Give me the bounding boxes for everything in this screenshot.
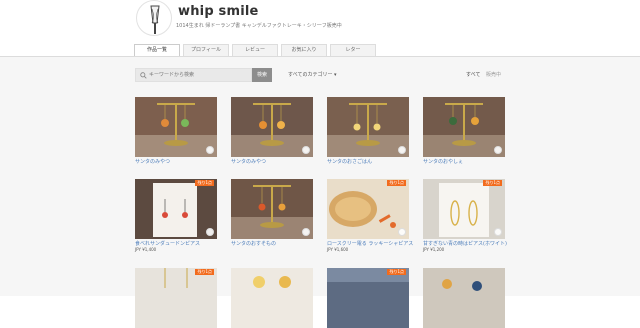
- favorite-heart-icon[interactable]: [494, 146, 502, 154]
- search-button[interactable]: 検索: [252, 68, 272, 82]
- product-image[interactable]: 残り1点: [327, 268, 409, 328]
- stock-badge: 残り1点: [387, 180, 406, 186]
- category-dropdown[interactable]: すべてのカテゴリー ▾: [288, 71, 337, 78]
- product-title[interactable]: サンタのおさごはん: [327, 158, 427, 165]
- shop-name[interactable]: whip smile: [178, 4, 259, 19]
- product-image[interactable]: 残り1点: [135, 179, 217, 239]
- product-price: JPY ¥1,600: [327, 247, 349, 252]
- product-image[interactable]: [423, 97, 505, 157]
- product-image[interactable]: [231, 179, 313, 239]
- search-box[interactable]: [135, 68, 252, 82]
- product-image[interactable]: [231, 268, 313, 328]
- product-price: JPY ¥1,400: [135, 247, 157, 252]
- shop-description: 1014生まれ 帰ドーランプ書 キャンデルファクトレーキ・シリ一フ販売中: [176, 23, 342, 29]
- product-image[interactable]: [423, 268, 505, 328]
- favorite-heart-icon[interactable]: [398, 228, 406, 236]
- favorite-heart-icon[interactable]: [398, 146, 406, 154]
- shop-tabs: 作品一覧 プロフィール レビュー お気に入り レター: [134, 44, 379, 56]
- favorite-heart-icon[interactable]: [494, 228, 502, 236]
- product-price: JPY ¥1,200: [423, 247, 445, 252]
- product-title[interactable]: 甘すぎない青の時はピアス(ホワイト): [423, 240, 523, 247]
- product-title[interactable]: サンタのみやつ: [135, 158, 235, 165]
- tab-review[interactable]: レビュー: [232, 44, 278, 56]
- search-input[interactable]: [149, 70, 245, 80]
- tab-works[interactable]: 作品一覧: [134, 44, 180, 56]
- whisk-icon: [150, 5, 160, 34]
- favorite-heart-icon[interactable]: [206, 228, 214, 236]
- content-background: [0, 57, 640, 296]
- tab-favorites[interactable]: お気に入り: [281, 44, 327, 56]
- filter-all[interactable]: すべて: [466, 71, 480, 78]
- stock-badge: 残り1点: [387, 269, 406, 275]
- shop-header: whip smile 1014生まれ 帰ドーランプ書 キャンデルファクトレーキ・…: [0, 0, 640, 56]
- shop-logo[interactable]: [136, 0, 172, 36]
- product-title[interactable]: サンタのみやつ: [231, 158, 331, 165]
- favorite-heart-icon[interactable]: [302, 228, 310, 236]
- tab-letter[interactable]: レター: [330, 44, 376, 56]
- stock-badge: 残り1点: [195, 269, 214, 275]
- product-title[interactable]: サンタのおすそもの: [231, 240, 331, 247]
- product-title[interactable]: ロースクリー電る ラッキーシャピアス: [327, 240, 427, 247]
- product-title[interactable]: サンタのおやしぇ: [423, 158, 523, 165]
- product-title[interactable]: 食べれサンダュードンピアス: [135, 240, 235, 247]
- product-image[interactable]: [327, 97, 409, 157]
- stock-badge: 残り1点: [195, 180, 214, 186]
- favorite-heart-icon[interactable]: [302, 146, 310, 154]
- product-image[interactable]: 残り1点: [423, 179, 505, 239]
- product-image[interactable]: 残り1点: [135, 268, 217, 328]
- search-icon: [137, 69, 149, 81]
- filter-on-sale[interactable]: 販売中: [486, 71, 501, 78]
- product-image[interactable]: [135, 97, 217, 157]
- product-image[interactable]: [231, 97, 313, 157]
- product-image[interactable]: 残り1点: [327, 179, 409, 239]
- favorite-heart-icon[interactable]: [206, 146, 214, 154]
- tab-profile[interactable]: プロフィール: [183, 44, 229, 56]
- stock-badge: 残り1点: [483, 180, 502, 186]
